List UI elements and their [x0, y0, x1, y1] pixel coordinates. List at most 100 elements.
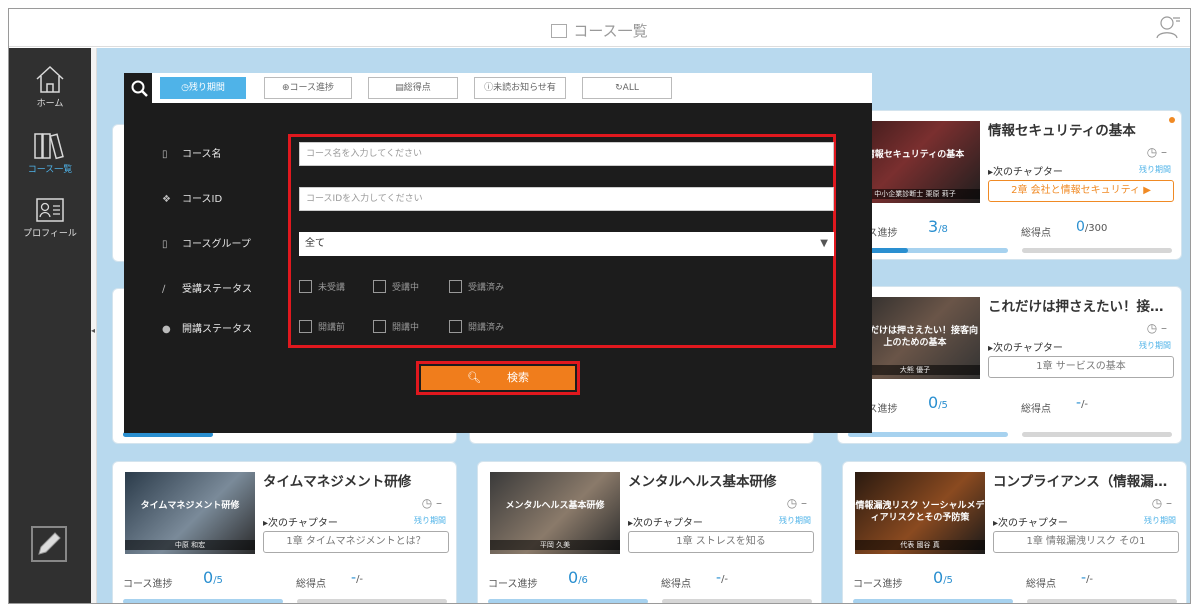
course-thumbnail: メンタルヘルス基本研修 平岡 久美: [490, 472, 620, 554]
folder-icon: ▯: [162, 239, 168, 250]
next-chapter-button[interactable]: 1章 情報漏洩リスク その1: [993, 531, 1179, 553]
sidebar-item-profile[interactable]: プロフィール: [9, 196, 91, 239]
course-thumbnail: タイムマネジメント研修 中原 和宏: [125, 472, 255, 554]
course-card[interactable]: 情報漏洩リスク ソーシャルメディアリスクとその予防策 代表 國谷 真 コンプライ…: [842, 461, 1187, 603]
progress-value: 0/6: [568, 568, 588, 587]
filter-unread-button[interactable]: ⓘ未読お知らせ有: [474, 77, 566, 99]
next-chapter-label: ▸次のチャプター: [263, 518, 338, 529]
search-fields-highlight: コース名を入力してください コースIDを入力してください 全て ▼ 未受講 受講中…: [288, 134, 836, 348]
sidebar: ホーム コース一覧 プロフィール: [9, 48, 91, 603]
top-bar: コース一覧: [9, 9, 1190, 47]
course-group-select[interactable]: 全て ▼: [299, 232, 834, 256]
course-title[interactable]: コンプライアンス（情報漏…: [993, 470, 1178, 490]
score-bar: [1022, 248, 1172, 253]
open-checkbox-3[interactable]: 開講済み: [449, 320, 504, 333]
score-value: -/-: [716, 570, 729, 586]
progress-bar: [848, 248, 1008, 253]
home-icon: [36, 65, 64, 93]
attend-status-label: ∕ 受講ステータス: [162, 284, 252, 295]
search-button[interactable]: 🔍︎ 検索: [421, 366, 575, 390]
open-checkbox-2[interactable]: 開講中: [373, 320, 419, 333]
sidebar-item-home[interactable]: ホーム: [9, 64, 91, 109]
score-value: -/-: [1076, 395, 1089, 411]
course-card[interactable]: メンタルヘルス基本研修 平岡 久美 メンタルヘルス基本研修 ◷ – ▸次のチャプ…: [477, 461, 822, 603]
search-icon[interactable]: [130, 79, 150, 99]
score-value: -/-: [1081, 570, 1094, 586]
score-value: 0/300: [1076, 219, 1108, 235]
course-thumbnail: 情報漏洩リスク ソーシャルメディアリスクとその予防策 代表 國谷 真: [855, 472, 985, 554]
progress-bar: [123, 599, 283, 603]
page-title: コース一覧: [9, 20, 1190, 41]
remaining-label: 残り期間: [779, 516, 811, 525]
next-chapter-button[interactable]: 1章 ストレスを知る: [628, 531, 814, 553]
clock-icon: ◷ –: [1146, 321, 1167, 335]
sidebar-item-courses[interactable]: コース一覧: [9, 130, 91, 175]
search-icon: 🔍︎: [467, 371, 481, 384]
next-chapter-label: ▸次のチャプター: [988, 167, 1063, 178]
tag-icon: ❖: [162, 194, 171, 205]
clock-icon: ◷ –: [1146, 145, 1167, 159]
attend-checkbox-1[interactable]: 未受講: [299, 280, 345, 293]
book-icon: [551, 24, 568, 38]
document-icon: ▯: [162, 149, 168, 160]
score-value: -/-: [351, 570, 364, 586]
progress-bar: [488, 599, 648, 603]
course-card[interactable]: これだけは押さえたい！接客向上のための基本 大熊 優子 これだけは押さえたい！接…: [837, 286, 1182, 444]
play-icon: ▶: [1143, 185, 1151, 196]
course-list-area: 情報セキュリティの基本 中小企業診断士 栗原 莉子 情報セキュリティの基本 ◷ …: [97, 48, 1190, 603]
remaining-label: 残り期間: [1144, 516, 1176, 525]
profile-card-icon: [36, 198, 64, 222]
person-icon: ●: [162, 324, 171, 335]
open-checkbox-1[interactable]: 開講前: [299, 320, 345, 333]
open-status-label: ● 開講ステータス: [162, 324, 252, 335]
next-chapter-button[interactable]: 1章 タイムマネジメントとは？: [263, 531, 449, 553]
course-title[interactable]: メンタルヘルス基本研修: [628, 470, 813, 490]
filter-remaining-button[interactable]: ◷残り期間: [160, 77, 246, 99]
app-window: コース一覧 ホーム コース一覧 プロフィール ◂ 情報セキュリティの基本 中小企…: [8, 8, 1191, 604]
next-chapter-button[interactable]: 1章 サービスの基本: [988, 356, 1174, 378]
remaining-label: 残り期間: [414, 516, 446, 525]
next-chapter-label: ▸次のチャプター: [628, 518, 703, 529]
course-title[interactable]: タイムマネジメント研修: [263, 470, 448, 490]
score-bar: [1022, 432, 1172, 437]
course-group-label: ▯ コースグループ: [162, 239, 251, 250]
course-name-input[interactable]: コース名を入力してください: [299, 142, 834, 166]
pencil-icon[interactable]: [31, 526, 67, 562]
course-card[interactable]: タイムマネジメント研修 中原 和宏 タイムマネジメント研修 ◷ – ▸次のチャプ…: [112, 461, 457, 603]
books-icon: [34, 133, 64, 160]
progress-bar: [848, 432, 1008, 437]
filter-all-button[interactable]: ↻ALL: [582, 77, 672, 99]
filter-score-button[interactable]: ▤総得点: [368, 77, 458, 99]
progress-value: 0/5: [203, 568, 223, 587]
next-chapter-label: ▸次のチャプター: [993, 518, 1068, 529]
remaining-label: 残り期間: [1139, 341, 1171, 350]
clock-icon: ◷ –: [786, 496, 807, 510]
progress-value: 0/5: [933, 568, 953, 587]
course-id-input[interactable]: コースIDを入力してください: [299, 187, 834, 211]
search-button-highlight: 🔍︎ 検索: [416, 361, 580, 395]
attend-checkbox-2[interactable]: 受講中: [373, 280, 419, 293]
clock-icon: ◷ –: [1151, 496, 1172, 510]
course-title[interactable]: 情報セキュリティの基本: [988, 119, 1173, 139]
score-bar: [662, 599, 812, 603]
course-name-label: ▯ コース名: [162, 149, 222, 160]
pen-icon: ∕: [162, 284, 166, 295]
clock-icon: ◷ –: [421, 496, 442, 510]
user-icon[interactable]: [1156, 15, 1182, 39]
chevron-down-icon: ▼: [820, 238, 828, 249]
next-chapter-button[interactable]: 2章 会社と情報セキュリティ ▶: [988, 180, 1174, 202]
course-title[interactable]: これだけは押さえたい！接…: [988, 295, 1173, 315]
next-chapter-label: ▸次のチャプター: [988, 343, 1063, 354]
course-id-label: ❖ コースID: [162, 194, 223, 205]
score-bar: [297, 599, 447, 603]
progress-bar: [853, 599, 1013, 603]
remaining-label: 残り期間: [1139, 165, 1171, 174]
attend-checkbox-3[interactable]: 受講済み: [449, 280, 504, 293]
search-panel: ▯ コース名 ❖ コースID ▯ コースグループ ∕ 受講ステータス ● 開講ステータス …: [124, 73, 872, 433]
progress-value: 3/8: [928, 217, 948, 236]
sort-filter-bar: ◷残り期間 ⊕コース進捗 ▤総得点 ⓘ未読お知らせ有 ↻ALL: [152, 73, 872, 103]
filter-progress-button[interactable]: ⊕コース進捗: [264, 77, 352, 99]
score-bar: [1027, 599, 1177, 603]
progress-value: 0/5: [928, 393, 948, 412]
course-card[interactable]: 情報セキュリティの基本 中小企業診断士 栗原 莉子 情報セキュリティの基本 ◷ …: [837, 110, 1182, 260]
